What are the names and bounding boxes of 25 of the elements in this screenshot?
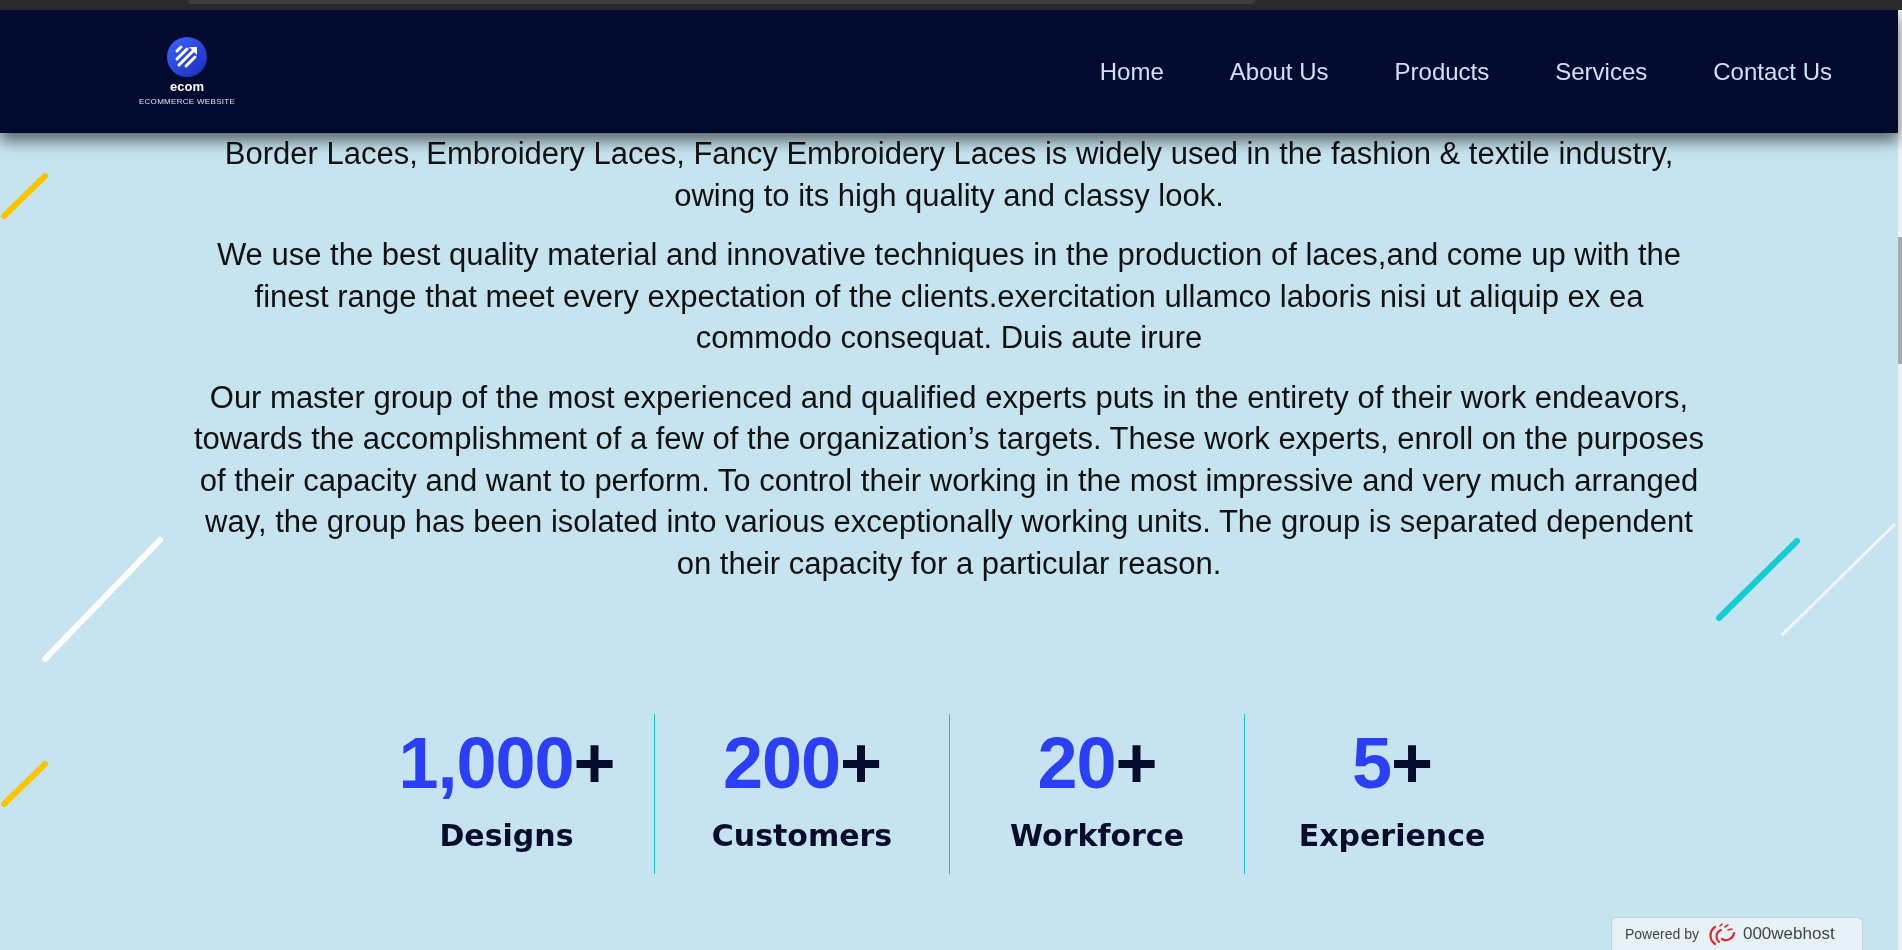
- nav-link[interactable]: About Us: [1229, 56, 1329, 87]
- paragraph: We use the best quality material and innovative techniques in the production of laces,and come up with the finest range that meet every expectation of the clients.exercitation ullamco laboris nisi ut aliquip ex ea commodo consequat. Duis aute irure: [215, 236, 1683, 357]
- logo-tagline: ECOMMERCE WEBSITE: [138, 96, 236, 107]
- stat-number: 5+: [1351, 723, 1433, 803]
- hosting-badge[interactable]: Powered by 000webhost: [1611, 917, 1863, 950]
- scrollbar-thumb[interactable]: [1898, 237, 1902, 364]
- stat-label: Designs: [439, 818, 574, 854]
- nav-link[interactable]: Home: [1099, 56, 1164, 87]
- stat-number: 1,000+: [398, 723, 615, 803]
- stat-label: Customers: [711, 818, 893, 854]
- logo-name: ecom: [170, 78, 204, 95]
- paragraph: Our master group of the most experienced and qualified experts puts in the entirety of their work endeavors, towards the accomplishment of a few of the organization’s targets. These work experts, enroll on the purposes of their capacity and want to perform. To control their working in the most impressive and very much arranged way, the group has been isolated into various exceptionally working units. The group is separated dependent on their capacity for a particular reason.: [192, 378, 1706, 583]
- nav-link[interactable]: Contact Us: [1713, 56, 1832, 87]
- paragraph: Border Laces, Embroidery Laces, Fancy Embroidery Laces is widely used in the fashion & textile industry, owing to its high quality and classy look.: [223, 135, 1675, 215]
- nav-link[interactable]: Services: [1555, 56, 1648, 87]
- stat-label: Experience: [1298, 818, 1486, 854]
- decorative-stripe: [1, 173, 48, 219]
- brand-name: 000webhost: [1742, 924, 1835, 944]
- decorative-stripe: [1, 761, 48, 807]
- stat-number: 200+: [722, 723, 882, 803]
- logo-icon: [167, 36, 207, 77]
- powered-by-text: Powered by: [1625, 925, 1699, 943]
- stat-number: 20+: [1037, 723, 1157, 803]
- nav-link[interactable]: Products: [1394, 56, 1490, 87]
- stat-label: Workforce: [1010, 818, 1184, 854]
